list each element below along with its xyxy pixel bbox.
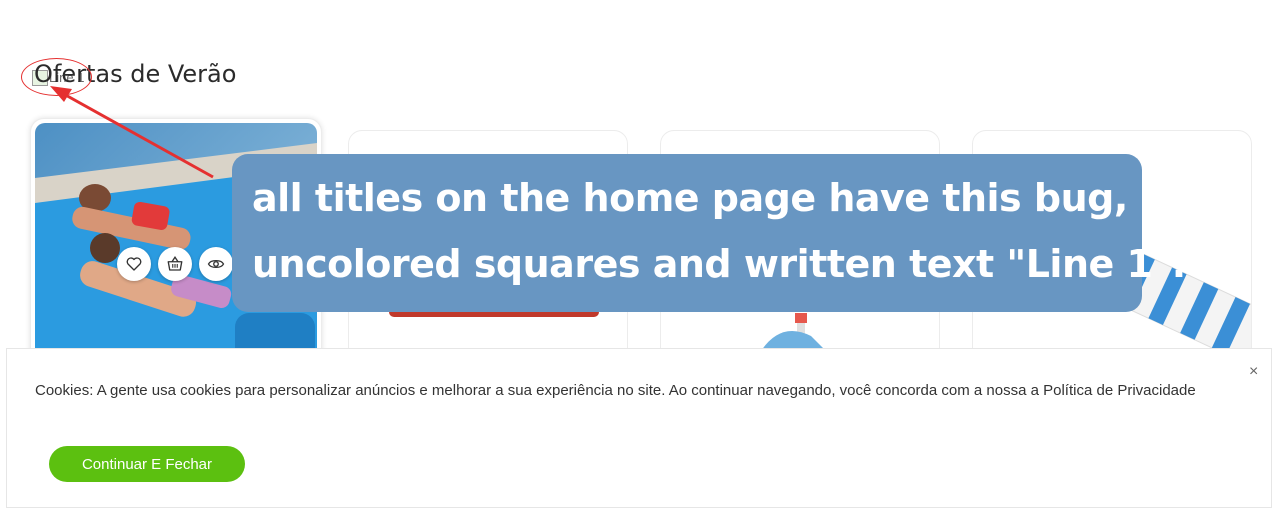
accept-cookies-button[interactable]: Continuar E Fechar bbox=[49, 446, 245, 482]
annotation-callout: all titles on the home page have this bu… bbox=[232, 154, 1186, 312]
cookie-message: Cookies: A gente usa cookies para person… bbox=[35, 382, 1196, 399]
annotation-line-2: uncolored squares and written text "Line… bbox=[252, 242, 1186, 286]
close-icon[interactable]: × bbox=[1249, 363, 1258, 381]
annotation-line-1: all titles on the home page have this bu… bbox=[252, 176, 1128, 220]
cookie-banner: Cookies: A gente usa cookies para person… bbox=[6, 348, 1272, 508]
